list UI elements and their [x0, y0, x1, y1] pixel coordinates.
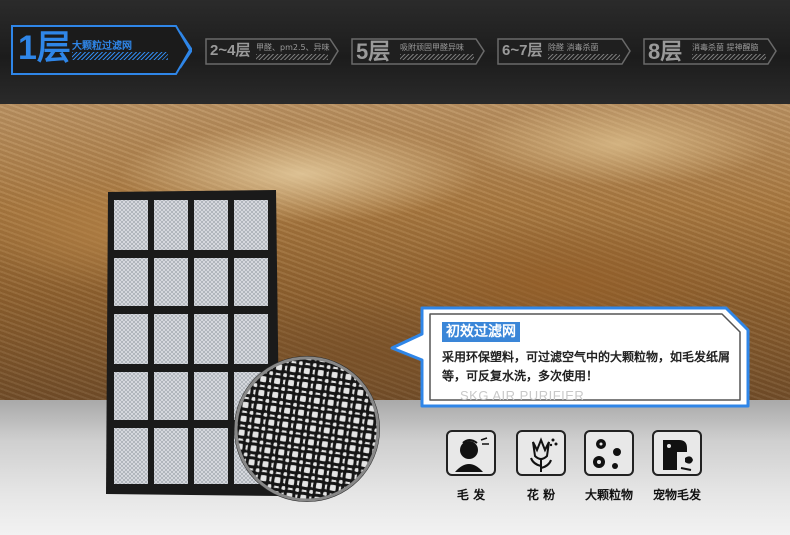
- mesh-magnifier-icon: [234, 356, 380, 502]
- layer-step-6-7[interactable]: 6~7层 除醛 消毒杀菌: [496, 24, 636, 76]
- flower-pollen-icon: [530, 437, 558, 472]
- filter-callout: 初效过滤网 采用环保塑料，可过滤空气中的大颗粒物，如毛发纸屑等，可反复水洗，多次…: [386, 300, 756, 416]
- layer-description: 吸附顽固甲醛异味: [400, 43, 464, 52]
- layer-number: 1层: [18, 29, 71, 67]
- feature-box: [652, 430, 702, 476]
- layer-description: 除醛 消毒杀菌: [548, 43, 599, 52]
- hair-person-icon: [455, 437, 489, 472]
- layer-navigation: 1层 大颗粒过滤网 2~4层 甲醛、pm2.5、异味 5层 吸附顽固甲醛异味 6…: [0, 0, 790, 104]
- layer-number: 2~4层: [210, 42, 251, 59]
- layer-number: 8层: [648, 39, 683, 64]
- feature-label: 花 粉: [526, 488, 556, 502]
- feature-box: [446, 430, 496, 476]
- layer-description: 甲醛、pm2.5、异味: [256, 43, 330, 52]
- layer-description: 消毒杀菌 提神醒脑: [692, 43, 759, 52]
- callout-body: 采用环保塑料，可过滤空气中的大颗粒物，如毛发纸屑等，可反复水洗，多次使用！: [442, 350, 731, 383]
- particles-icon: [593, 439, 621, 469]
- layer-step-2-4[interactable]: 2~4层 甲醛、pm2.5、异味: [204, 24, 344, 76]
- feature-hair: 毛 发: [440, 430, 502, 503]
- feature-pet-hair: 宠物毛发: [646, 430, 708, 503]
- stripe-decoration: [692, 54, 766, 60]
- feature-box: [584, 430, 634, 476]
- stripe-decoration: [256, 54, 328, 60]
- feature-box: [516, 430, 566, 476]
- feature-label: 大颗粒物: [584, 488, 633, 502]
- layer-step-1[interactable]: 1层 大颗粒过滤网: [10, 24, 192, 76]
- stripe-decoration: [72, 52, 168, 60]
- feature-icons: 毛 发 花 粉 大颗粒物 宠物毛发: [440, 430, 710, 510]
- layer-number: 6~7层: [502, 42, 543, 59]
- brand-watermark: SKG AIR PURIFIER: [460, 388, 585, 403]
- stripe-decoration: [400, 54, 474, 60]
- feature-particles: 大颗粒物: [578, 430, 640, 503]
- layer-description: 大颗粒过滤网: [72, 41, 132, 52]
- layer-number: 5层: [356, 39, 391, 64]
- layer-step-8[interactable]: 8层 消毒杀菌 提神醒脑: [642, 24, 782, 76]
- feature-label: 宠物毛发: [652, 488, 701, 502]
- stripe-decoration: [548, 54, 620, 60]
- callout-title: 初效过滤网: [442, 322, 520, 342]
- feature-label: 毛 发: [456, 488, 486, 502]
- feature-pollen: 花 粉: [510, 430, 572, 503]
- pet-dog-icon: [663, 440, 693, 471]
- layer-step-5[interactable]: 5层 吸附顽固甲醛异味: [350, 24, 490, 76]
